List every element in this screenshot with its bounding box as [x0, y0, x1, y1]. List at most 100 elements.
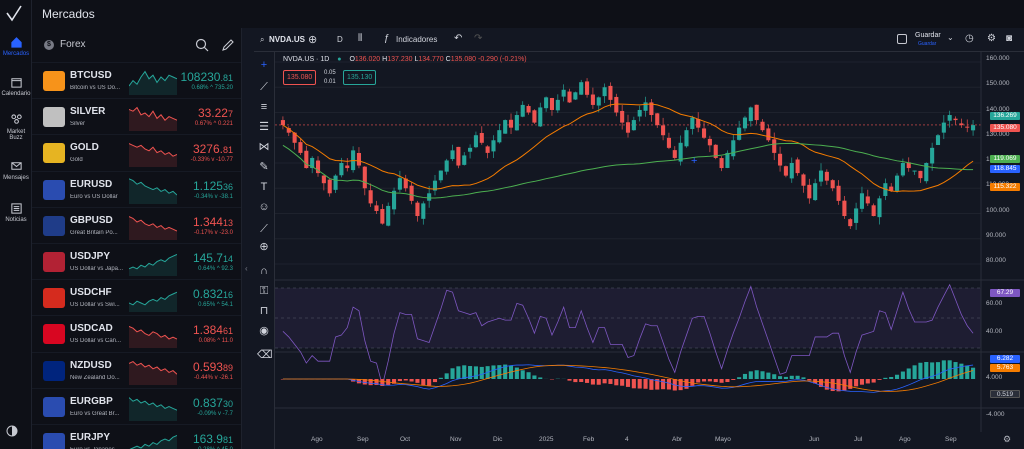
row-symbol: BTCUSD: [70, 70, 112, 81]
symbol-selector[interactable]: NVDA.US: [269, 35, 305, 44]
macd-histogram-bar: [421, 379, 426, 386]
indicators-button[interactable]: Indicadores: [396, 35, 437, 44]
macd-histogram-bar: [427, 379, 432, 386]
candle-body: [345, 165, 350, 169]
undo-icon[interactable]: ↶: [454, 33, 462, 44]
candle-body: [684, 130, 689, 147]
watchlist-row-eurusd[interactable]: EURUSD Euro vs US Dollar 1.12536 -0.34% v -…: [32, 170, 241, 207]
candle-body: [637, 109, 642, 117]
macd-histogram-bar: [666, 379, 671, 390]
settings-gear-icon[interactable]: ⚙: [987, 33, 996, 44]
trendline-icon[interactable]: ⟋: [257, 80, 271, 94]
fib-icon[interactable]: ☰: [257, 120, 271, 134]
watchlist-row-nzdusd[interactable]: NZDUSD New Zealand Do... 0.59389 -0.44% v -…: [32, 351, 241, 388]
horizontal-lines-icon[interactable]: ≡: [257, 100, 271, 114]
interval-selector[interactable]: D: [337, 35, 343, 44]
lock-icon[interactable]: ⊓: [257, 304, 271, 318]
watchlist-row-eurgbp[interactable]: EURGBP Euro vs Great Br... 0.83730 -0.09% v…: [32, 387, 241, 424]
watchlist-row-usdchf[interactable]: USDCHF US Dollar vs Swi... 0.83216 0.65% ^ …: [32, 279, 241, 315]
save-button[interactable]: Guardar: [915, 32, 941, 39]
emoji-icon[interactable]: ☺: [257, 200, 271, 214]
nav-item-messages[interactable]: Mensajes: [0, 160, 32, 181]
sell-price-box[interactable]: 135.080: [283, 70, 317, 85]
axis-settings-icon[interactable]: ⚙: [1003, 434, 1011, 445]
alert-icon[interactable]: ◷: [965, 33, 974, 44]
chart-area[interactable]: + NVDA.US · 1D ● O136.020 H137.230 L134.…: [275, 52, 1024, 449]
row-sparkline: [129, 106, 177, 132]
zoom-in-icon[interactable]: ⊕: [257, 240, 271, 254]
symbol-search-icon[interactable]: ⌕: [260, 35, 264, 45]
macd-histogram-bar: [906, 368, 911, 379]
watchlist-row-usdcad[interactable]: USDCAD US Dollar vs Can... 1.38461 0.08% ^ …: [32, 315, 241, 351]
watchlist-row-silver[interactable]: SILVER Silver 33.227 0.67% ^ 0.221: [32, 98, 241, 134]
macd-histogram-bar: [854, 379, 859, 387]
eye-icon[interactable]: ◉: [257, 324, 271, 338]
row-sparkline: [129, 143, 177, 168]
text-tool-icon[interactable]: T: [257, 180, 271, 194]
add-symbol-icon[interactable]: ⊕: [308, 33, 317, 46]
theme-toggle-icon[interactable]: [6, 424, 18, 442]
candle-body: [473, 135, 478, 148]
trash-icon[interactable]: ⌫: [257, 348, 273, 362]
chevron-down-icon[interactable]: ⌄: [947, 33, 954, 42]
watchlist-row-gold[interactable]: GOLD Gold 3276.81 -0.33% v -10.77: [32, 134, 241, 170]
nav-item-calendar[interactable]: Calendario: [0, 76, 32, 97]
row-change: -0.44% v -26.1: [193, 374, 233, 381]
pattern-icon[interactable]: ⋈: [257, 140, 271, 154]
macd-value-label: 5.763: [990, 364, 1020, 372]
candle-body: [836, 185, 841, 201]
candle-body: [585, 81, 590, 95]
watchlist-row-usdjpy[interactable]: USDJPY US Dollar vs Japa... 145.714 0.64% ^…: [32, 242, 241, 279]
candle-body: [854, 208, 859, 223]
layout-icon[interactable]: [897, 34, 907, 44]
eu-jp-flag-icon: [43, 432, 65, 449]
candle-body: [380, 209, 385, 224]
brush-icon[interactable]: ✎: [257, 160, 271, 174]
candle-type-icon[interactable]: ⫴: [358, 33, 362, 44]
candle-body: [912, 170, 917, 172]
candle-body: [450, 150, 455, 160]
macd-histogram-bar: [462, 365, 467, 379]
price-chart-svg[interactable]: +: [275, 52, 1024, 449]
ruler-icon[interactable]: ⟋: [257, 222, 271, 236]
category-selector[interactable]: Forex: [60, 39, 86, 50]
row-sparkline: [129, 291, 177, 313]
buy-price-box[interactable]: 135.130: [343, 70, 377, 85]
nav-item-news[interactable]: Noticias: [0, 202, 32, 223]
redo-icon[interactable]: ↷: [474, 33, 482, 44]
edit-icon[interactable]: [221, 38, 235, 52]
macd-histogram-bar: [579, 379, 584, 382]
lock-drawing-icon[interactable]: ⚿: [257, 284, 271, 298]
magnet-icon[interactable]: ∩: [257, 264, 271, 278]
watchlist-row-btcusd[interactable]: BTCUSD Bitcoin vs US Do... 108230.81 0.68% …: [32, 62, 241, 98]
nav-item-markets[interactable]: Mercados: [0, 36, 32, 57]
macd-histogram-bar: [625, 379, 631, 387]
home-icon: [10, 37, 22, 48]
search-icon[interactable]: [195, 38, 209, 52]
watchlist-row-gbpusd[interactable]: GBPUSD Great Britain Po... 1.34413 -0.17% v…: [32, 206, 241, 243]
candle-body: [304, 150, 309, 169]
time-tick-label: Nov: [450, 436, 462, 443]
candle-body: [959, 123, 964, 126]
nz-flag-icon: [43, 360, 65, 381]
nav-item-buzz[interactable]: Market Buzz: [0, 114, 32, 141]
candle-body: [392, 190, 397, 210]
macd-histogram-bar: [971, 367, 976, 379]
row-name: Great Britain Po...: [70, 229, 118, 236]
spread-top: 0.05: [324, 70, 336, 76]
row-price: 163.981: [192, 431, 233, 446]
crosshair-icon[interactable]: +: [257, 58, 271, 72]
candle-body: [409, 185, 414, 201]
candle-body: [631, 120, 636, 131]
macd-histogram-bar: [409, 379, 414, 382]
candle-body: [567, 91, 572, 103]
macd-histogram-bar: [596, 379, 601, 385]
low-value: 134.770: [418, 56, 444, 63]
watchlist-row-eurjpy[interactable]: EURJPYEuro vs Japanes...163.9810.28% ^ 4…: [32, 423, 241, 449]
macd-histogram-bar: [935, 362, 941, 379]
collapse-arrow-icon[interactable]: ‹: [245, 264, 248, 273]
watchlist-panel: $ Forex BTCUSD Bitcoin vs US Do... 108230.…: [32, 28, 242, 449]
camera-icon[interactable]: ◙: [1006, 33, 1012, 44]
candle-body: [818, 170, 824, 182]
macd-histogram-bar: [807, 379, 812, 381]
